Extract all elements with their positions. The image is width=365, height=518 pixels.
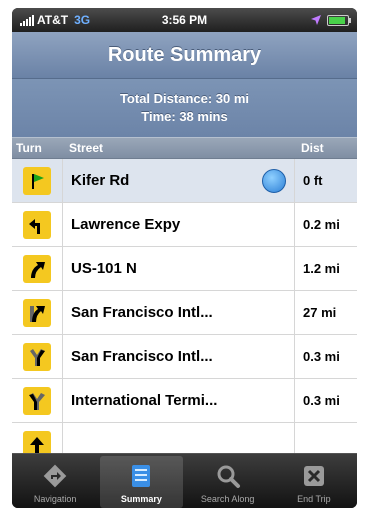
distance-value: 0 ft: [303, 173, 323, 188]
turn-left-icon: [23, 210, 51, 239]
street-name: International Termi...: [71, 392, 218, 409]
tab-summary[interactable]: Summary: [100, 456, 183, 508]
end-trip-icon: [299, 461, 329, 491]
total-distance: Total Distance: 30 mi: [119, 91, 250, 106]
table-row[interactable]: San Francisco Intl... 27 mi: [12, 291, 357, 335]
column-dist: Dist: [301, 141, 324, 155]
table-row[interactable]: International Termi... 0.3 mi: [12, 379, 357, 423]
street-name: San Francisco Intl...: [71, 304, 213, 321]
distance-value: 0.3 mi: [303, 349, 340, 364]
total-time: Time: 38 mins: [141, 109, 228, 124]
summary-icon: [126, 461, 156, 491]
tab-search-along[interactable]: Search Along: [187, 456, 269, 508]
distance-value: 0.2 mi: [303, 217, 340, 232]
fork-right-icon: [23, 342, 51, 371]
start-flag-icon: [23, 166, 51, 195]
table-row[interactable]: San Francisco Intl... 0.3 mi: [12, 335, 357, 379]
tab-bar: Navigation Summary Search Along End Trip: [12, 453, 357, 508]
distance-value: 1.2 mi: [303, 261, 340, 276]
fork-left-icon: [23, 386, 51, 415]
table-row[interactable]: Kifer Rd 0 ft: [12, 159, 357, 203]
route-summary-panel: Total Distance: 30 mi Time: 38 mins: [12, 79, 357, 137]
battery-icon: [327, 14, 351, 26]
car-icon: [262, 169, 286, 193]
table-row[interactable]: US-101 N 1.2 mi: [12, 247, 357, 291]
status-time: 3:56 PM: [161, 13, 208, 27]
table-row[interactable]: [12, 423, 357, 453]
directions-list[interactable]: Kifer Rd 0 ft Lawrence Expy 0.2 mi US-10…: [12, 159, 357, 453]
tab-label: End Trip: [297, 494, 331, 504]
navigation-icon: [40, 461, 70, 491]
table-row[interactable]: Lawrence Expy 0.2 mi: [12, 203, 357, 247]
tab-label: Search Along: [200, 494, 255, 504]
tab-end-trip[interactable]: End Trip: [273, 456, 355, 508]
bear-right-icon: [23, 254, 51, 283]
distance-value: 0.3 mi: [303, 393, 340, 408]
street-name: US-101 N: [71, 260, 137, 277]
straight-icon: [23, 431, 51, 453]
street-name: Kifer Rd: [71, 172, 130, 189]
search-icon: [213, 461, 243, 491]
column-header: Turn Street Dist: [12, 137, 357, 159]
column-street: Street: [69, 141, 104, 155]
street-name: San Francisco Intl...: [71, 348, 213, 365]
page-title: Route Summary: [12, 32, 357, 79]
phone-screen: AT&T 3G 3:56 PM Route Summary Total Dist…: [12, 8, 357, 508]
street-name: Lawrence Expy: [71, 216, 181, 233]
column-turn: Turn: [16, 141, 42, 155]
tab-label: Navigation: [33, 494, 77, 504]
distance-value: 27 mi: [303, 305, 337, 320]
tab-navigation[interactable]: Navigation: [14, 456, 96, 508]
status-bar: AT&T 3G 3:56 PM: [12, 8, 357, 32]
ramp-right-icon: [23, 298, 51, 327]
tab-label: Summary: [120, 494, 162, 504]
